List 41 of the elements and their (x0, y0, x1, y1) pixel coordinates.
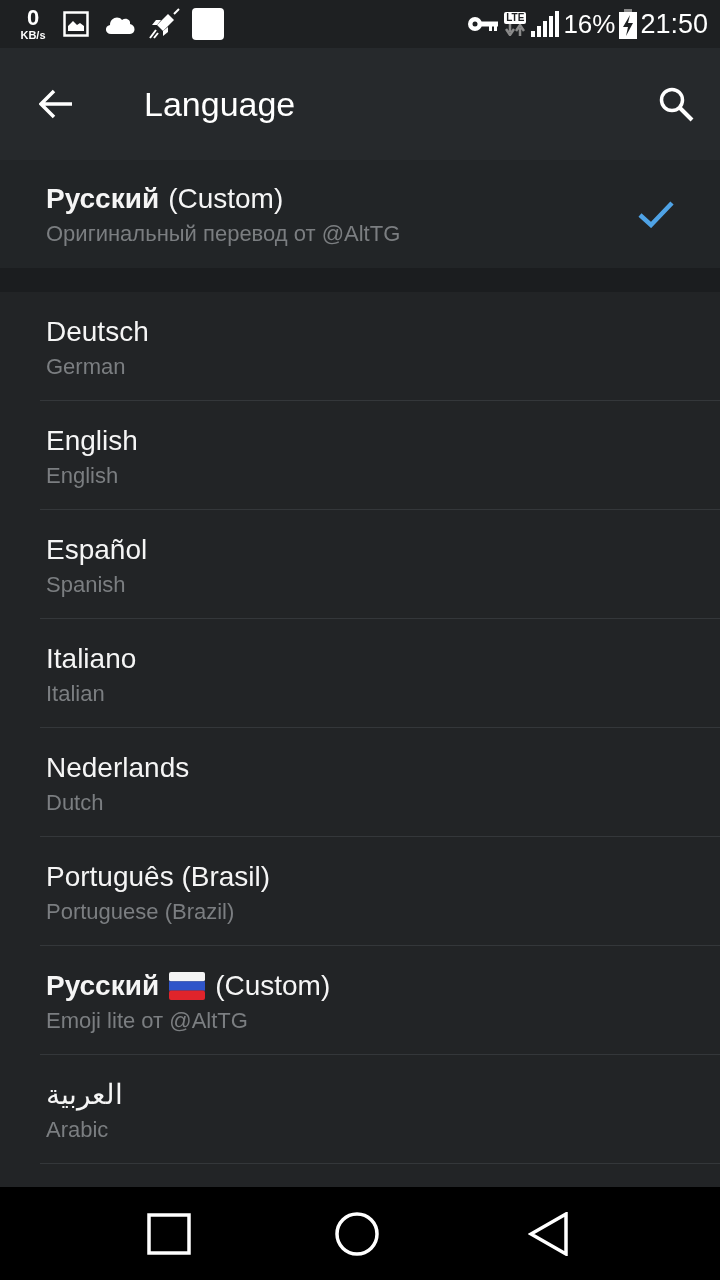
battery-charging-icon (619, 9, 638, 39)
language-subtitle: Emoji lite от @AltTG (46, 1006, 248, 1035)
language-name: Русский (46, 968, 160, 1003)
signal-icon (531, 11, 560, 37)
language-name: Español (46, 532, 148, 567)
back-nav-button[interactable] (526, 1210, 570, 1257)
language-name: Nederlands (46, 750, 190, 785)
language-name: English (46, 423, 138, 458)
language-name: العربية (46, 1077, 123, 1112)
battery-percent: 16% (563, 9, 616, 39)
home-button[interactable] (334, 1210, 380, 1257)
image-icon (63, 11, 89, 37)
language-subtitle: Portuguese (Brazil) (46, 897, 235, 926)
circle-outline-icon (335, 1211, 379, 1256)
clock: 21:50 (640, 9, 708, 39)
recents-button[interactable] (146, 1210, 192, 1257)
key-icon (467, 16, 499, 32)
net-speed-value: 0 (26, 7, 40, 29)
language-name: Русский (46, 182, 160, 216)
language-subtitle: German (46, 352, 126, 381)
back-arrow-icon (39, 89, 73, 119)
net-speed-unit: KB/s (20, 29, 46, 41)
language-subtitle: Italian (46, 679, 105, 708)
language-subtitle: Arabic (46, 1115, 109, 1144)
square-icon (192, 8, 224, 40)
language-subtitle: Оригинальный перевод от @AltTG (46, 220, 401, 248)
language-tag: (Custom) (168, 182, 284, 216)
search-icon (658, 86, 694, 122)
language-name: Português (Brasil) (46, 859, 271, 894)
network-type-badge: LTE (504, 12, 527, 24)
page-title: Language (144, 83, 296, 125)
language-name: Deutsch (46, 314, 149, 349)
square-outline-icon (147, 1212, 191, 1255)
language-subtitle: English (46, 461, 119, 490)
rocket-icon (148, 8, 180, 40)
language-name: Italiano (46, 641, 137, 676)
language-subtitle: Dutch (46, 788, 104, 817)
language-tag: (Custom) (215, 968, 331, 1003)
triangle-outline-icon (528, 1211, 568, 1256)
data-arrows-icon (505, 24, 526, 36)
language-subtitle: Spanish (46, 570, 126, 599)
